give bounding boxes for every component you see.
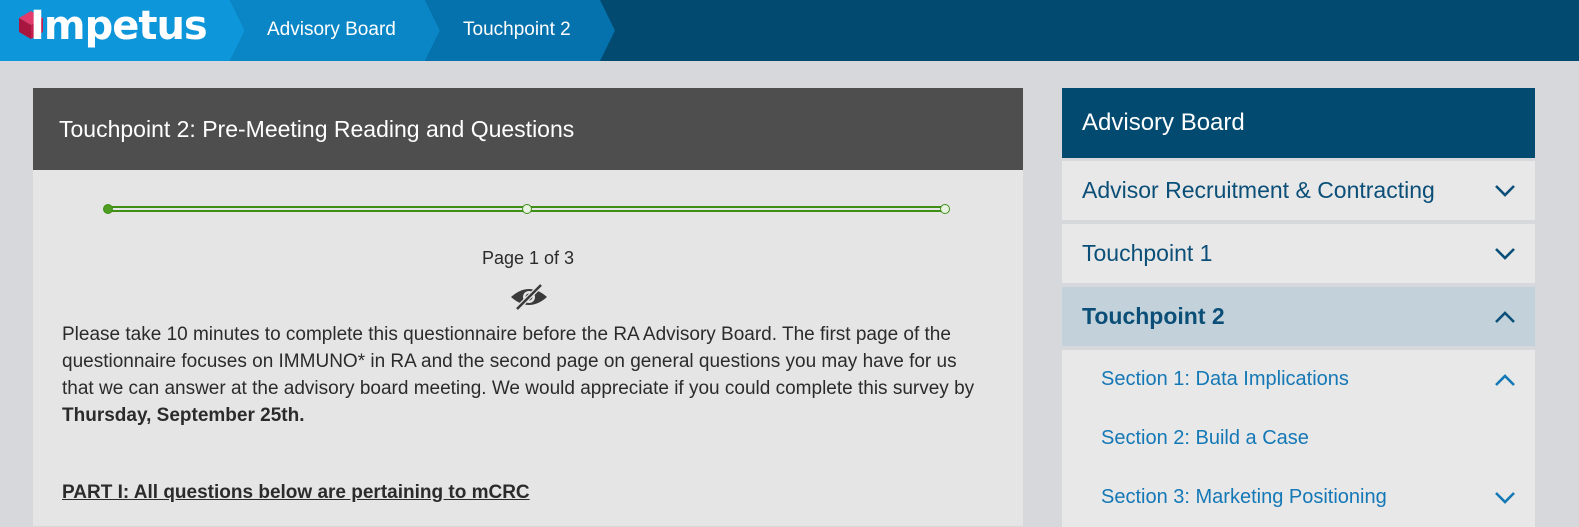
chevron-up-icon[interactable]	[1493, 368, 1517, 392]
sidebar-item-advisor-recruitment[interactable]: Advisor Recruitment & Contracting	[1062, 161, 1535, 220]
sidebar-item-label: Section 1: Data Implications	[1101, 368, 1349, 390]
sidebar-item-label: Section 3: Marketing Positioning	[1101, 486, 1387, 508]
sidebar-item-label: Section 2: Build a Case	[1101, 427, 1309, 449]
sidebar-item-section-1[interactable]: Section 1: Data Implications	[1062, 350, 1535, 409]
sidebar-item-label: Touchpoint 1	[1082, 240, 1213, 266]
page-indicator: Page 1 of 3	[481, 248, 575, 268]
breadcrumb-advisory-board[interactable]: Advisory Board	[230, 0, 440, 61]
chevron-up-icon[interactable]	[1493, 305, 1517, 329]
eye-slash-icon[interactable]	[509, 283, 549, 311]
progress-step-3	[940, 204, 950, 214]
chevron-down-icon[interactable]	[1493, 179, 1517, 203]
card-title: Touchpoint 2: Pre-Meeting Reading and Qu…	[33, 88, 1023, 170]
progress-step-2	[522, 204, 532, 214]
sidebar-item-label: Touchpoint 2	[1082, 303, 1225, 329]
breadcrumb-touchpoint-2[interactable]: Touchpoint 2	[425, 0, 615, 61]
chevron-down-icon[interactable]	[1493, 242, 1517, 266]
intro-paragraph: Please take 10 minutes to complete this …	[62, 321, 992, 429]
sidebar-item-section-3[interactable]: Section 3: Marketing Positioning	[1062, 468, 1535, 527]
sidebar-item-touchpoint-1[interactable]: Touchpoint 1	[1062, 224, 1535, 283]
intro-text: Please take 10 minutes to complete this …	[62, 324, 975, 399]
sidebar-title: Advisory Board	[1062, 88, 1535, 158]
part-heading: PART I: All questions below are pertaini…	[62, 482, 530, 503]
questionnaire-card: Touchpoint 2: Pre-Meeting Reading and Qu…	[33, 88, 1023, 526]
breadcrumb-label: Touchpoint 2	[463, 19, 571, 40]
logo-crumb[interactable]: Impetus	[0, 0, 245, 61]
breadcrumb-label: Advisory Board	[267, 19, 396, 40]
intro-deadline: Thursday, September 25th.	[62, 405, 305, 426]
sidebar-item-section-2[interactable]: Section 2: Build a Case	[1062, 409, 1535, 468]
chevron-down-icon[interactable]	[1493, 486, 1517, 510]
sidebar-item-touchpoint-2[interactable]: Touchpoint 2	[1062, 287, 1535, 346]
progress-step-1	[103, 204, 113, 214]
sidebar-item-label: Advisor Recruitment & Contracting	[1082, 177, 1435, 203]
logo-text: Impetus	[30, 3, 208, 49]
top-bar: Impetus Advisory Board Touchpoint 2	[0, 0, 1579, 61]
